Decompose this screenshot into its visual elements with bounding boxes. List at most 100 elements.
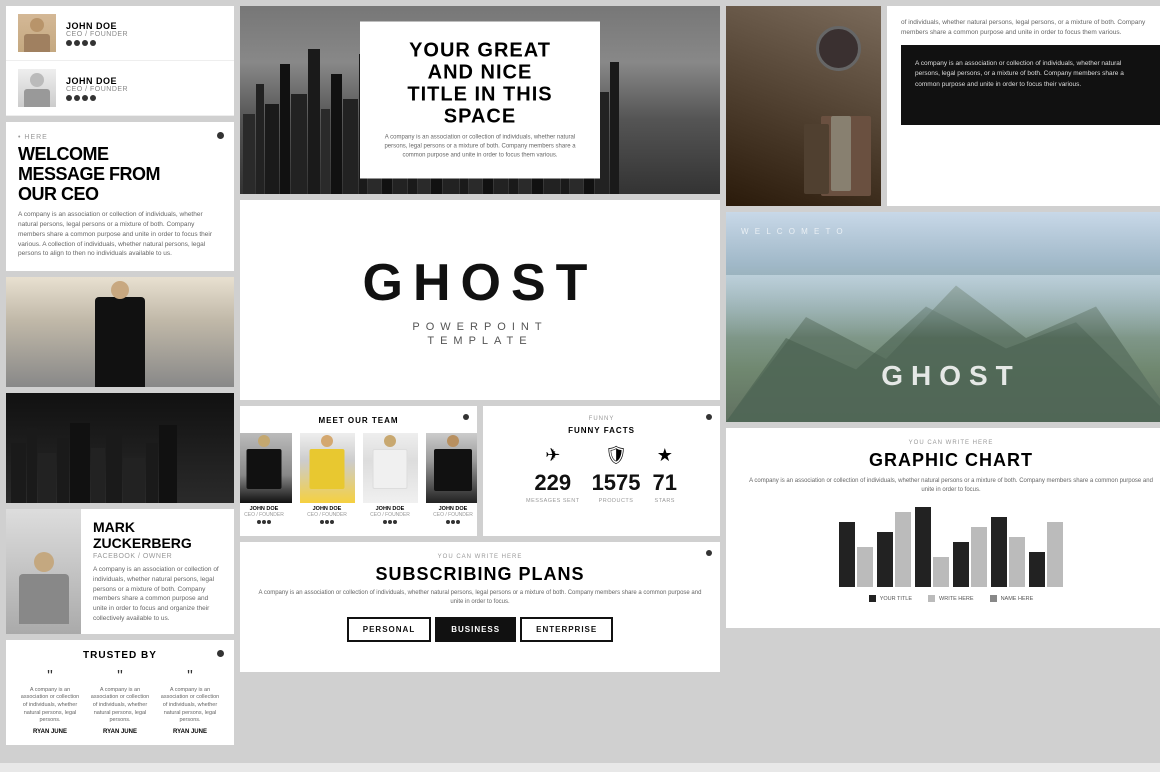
plane-icon: ✈ bbox=[526, 445, 580, 466]
person-role: FACEBOOK / OWNER bbox=[93, 553, 222, 560]
welcome-text: A company is an association or collectio… bbox=[18, 210, 222, 259]
member-role-2: CEO / FOUNDER bbox=[300, 512, 355, 518]
person-name: MARK ZUCKERBERG bbox=[93, 519, 222, 551]
bar-dark bbox=[915, 507, 931, 587]
facts-small-label: FUNNY bbox=[493, 416, 710, 422]
team-name-1: JOHN DOE bbox=[66, 21, 222, 31]
team-stars-2 bbox=[66, 95, 222, 101]
dot-indicator-trusted bbox=[217, 650, 224, 657]
plan-enterprise-button[interactable]: ENTERPRISE bbox=[520, 617, 613, 642]
chart-legend: YOUR TITLE WRITE HERE NAME HERE bbox=[742, 595, 1160, 602]
person-photo-card bbox=[6, 277, 234, 387]
plan-business-button[interactable]: BUSINESS bbox=[435, 617, 516, 642]
bar-gray bbox=[933, 557, 949, 587]
black-box-text: A company is an association or collectio… bbox=[915, 59, 1148, 90]
bar-dark bbox=[877, 532, 893, 587]
fact-label-stars: STARS bbox=[653, 498, 677, 504]
bar-gray bbox=[895, 512, 911, 587]
facts-title: FUNNY FACTS bbox=[493, 426, 710, 435]
person-desc: A company is an association or collectio… bbox=[93, 565, 222, 624]
ghost-sub1: POWERPOINT bbox=[412, 321, 547, 333]
plans-you-write: YOU CAN WRITE HERE bbox=[252, 554, 708, 560]
chart-desc: A company is an association or collectio… bbox=[742, 477, 1160, 495]
plans-desc: A company is an association or collectio… bbox=[252, 589, 708, 607]
member-3: JOHN DOE CEO / FOUNDER bbox=[363, 433, 418, 524]
quote-author-1: RYAN JUNE bbox=[18, 729, 82, 735]
dot-indicator-plans bbox=[706, 550, 712, 556]
fact-number-messages: 229 bbox=[526, 470, 580, 496]
plan-personal-button[interactable]: PERSONAL bbox=[347, 617, 431, 642]
bar-dark bbox=[991, 517, 1007, 587]
fact-number-stars: 71 bbox=[653, 470, 677, 496]
bar-dark bbox=[839, 522, 855, 587]
legend-write-here: WRITE HERE bbox=[928, 595, 974, 602]
legend-label-1: YOUR TITLE bbox=[880, 596, 912, 602]
person-info-card: MARK ZUCKERBERG FACEBOOK / OWNER A compa… bbox=[6, 509, 234, 634]
mountain-ghost-card: W E L C O M E T O GHOST bbox=[726, 212, 1160, 422]
fact-label-products: PRODUCTS bbox=[592, 498, 641, 504]
quote-text-2: A company is an association or collectio… bbox=[88, 687, 152, 725]
fact-products: 🛡 1575 PRODUCTS bbox=[592, 445, 641, 504]
city-hero-image: YOUR GREATAND NICETITLE IN THISSPACE A c… bbox=[240, 6, 720, 194]
meet-team-card: MEET OUR TEAM JOHN DOE bbox=[240, 406, 477, 536]
right-top-section: of individuals, whether natural persons,… bbox=[726, 6, 1160, 206]
team-role-1: CEO / FOUNDER bbox=[66, 31, 222, 38]
member-role-4: CEO / FOUNDER bbox=[426, 512, 478, 518]
bottom-mid-row: MEET OUR TEAM JOHN DOE bbox=[240, 406, 720, 536]
dot-indicator-team bbox=[463, 414, 469, 420]
bar-group bbox=[1029, 522, 1063, 587]
team-cards-section: JOHN DOE CEO / FOUNDER bbox=[6, 6, 234, 116]
fact-label-messages: MESSAGES SENT bbox=[526, 498, 580, 504]
still-life-photo bbox=[726, 6, 881, 206]
testimonial-3: " A company is an association or collect… bbox=[158, 669, 222, 735]
quote-author-2: RYAN JUNE bbox=[88, 729, 152, 735]
plans-title: SUBSCRIBING PLANS bbox=[252, 564, 708, 585]
hero-title: YOUR GREATAND NICETITLE IN THISSPACE bbox=[382, 40, 578, 128]
member-role-3: CEO / FOUNDER bbox=[363, 512, 418, 518]
main-grid: JOHN DOE CEO / FOUNDER bbox=[0, 0, 1160, 763]
welcome-title: WELCOMEMESSAGE FROMOUR CEO bbox=[18, 145, 222, 204]
funny-facts-card: FUNNY FUNNY FACTS ✈ 229 MESSAGES SENT 🛡 … bbox=[483, 406, 720, 536]
member-2: JOHN DOE CEO / FOUNDER bbox=[300, 433, 355, 524]
legend-your-title: YOUR TITLE bbox=[869, 595, 912, 602]
hero-white-box: YOUR GREATAND NICETITLE IN THISSPACE A c… bbox=[360, 22, 600, 179]
bar-group bbox=[915, 507, 949, 587]
fact-stars: ★ 71 STARS bbox=[653, 445, 677, 504]
dot-indicator-welcome bbox=[217, 132, 224, 139]
right-column: of individuals, whether natural persons,… bbox=[726, 6, 1160, 745]
plans-buttons: PERSONAL BUSINESS ENTERPRISE bbox=[252, 617, 708, 642]
team-role-2: CEO / FOUNDER bbox=[66, 86, 222, 93]
left-column: JOHN DOE CEO / FOUNDER bbox=[6, 6, 234, 745]
legend-label-2: WRITE HERE bbox=[939, 596, 974, 602]
welcome-card: • HERE WELCOMEMESSAGE FROMOUR CEO A comp… bbox=[6, 122, 234, 271]
star-icon: ★ bbox=[653, 445, 677, 466]
dark-city-photo-left bbox=[6, 393, 234, 503]
trusted-card: TRUSTED BY " A company is an association… bbox=[6, 640, 234, 745]
avatar-2 bbox=[18, 69, 56, 107]
bar-group bbox=[953, 527, 987, 587]
ghost-main-title: GHOST bbox=[363, 253, 598, 313]
meet-team-title: MEET OUR TEAM bbox=[250, 416, 467, 425]
trusted-title: TRUSTED BY bbox=[18, 650, 222, 661]
black-box: A company is an association or collectio… bbox=[901, 45, 1160, 125]
bar-group bbox=[991, 517, 1025, 587]
company-text-card: of individuals, whether natural persons,… bbox=[887, 6, 1160, 206]
chart-bars bbox=[742, 507, 1160, 587]
bar-gray bbox=[971, 527, 987, 587]
member-1: JOHN DOE CEO / FOUNDER bbox=[240, 433, 292, 524]
quote-author-3: RYAN JUNE bbox=[158, 729, 222, 735]
plans-card: YOU CAN WRITE HERE SUBSCRIBING PLANS A c… bbox=[240, 542, 720, 672]
testimonials-list: " A company is an association or collect… bbox=[18, 669, 222, 735]
legend-label-3: NAME HERE bbox=[1001, 596, 1034, 602]
team-card-1: JOHN DOE CEO / FOUNDER bbox=[6, 6, 234, 61]
mountain-ghost-overlay: GHOST bbox=[881, 360, 1021, 392]
testimonial-1: " A company is an association or collect… bbox=[18, 669, 82, 735]
team-stars-1 bbox=[66, 40, 222, 46]
facts-list: ✈ 229 MESSAGES SENT 🛡 1575 PRODUCTS ★ 71… bbox=[493, 445, 710, 504]
team-card-2: JOHN DOE CEO / FOUNDER bbox=[6, 61, 234, 116]
member-role-1: CEO / FOUNDER bbox=[240, 512, 292, 518]
team-name-2: JOHN DOE bbox=[66, 76, 222, 86]
bar-gray bbox=[1047, 522, 1063, 587]
mountain-welcome-text: W E L C O M E T O bbox=[741, 227, 845, 236]
company-text-1: of individuals, whether natural persons,… bbox=[901, 18, 1160, 39]
